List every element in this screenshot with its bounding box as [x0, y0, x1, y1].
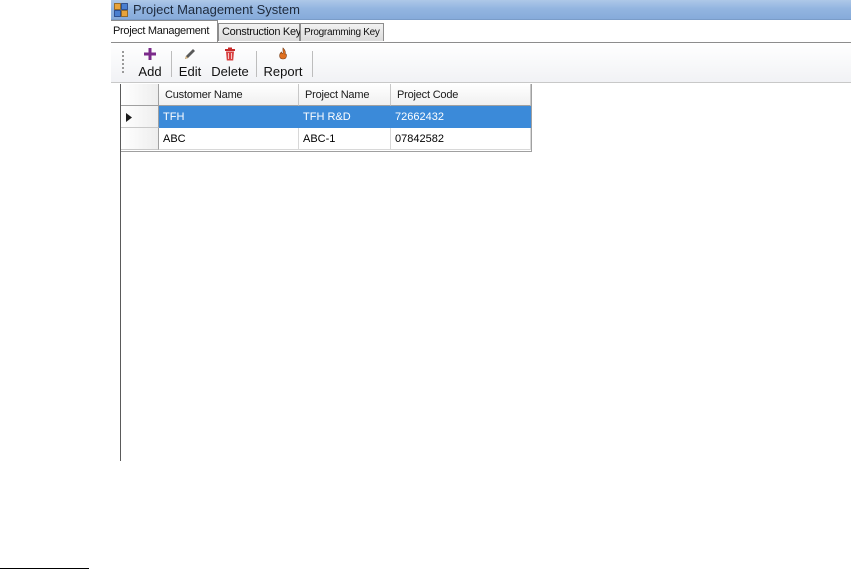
tab-project-management[interactable]: Project Management: [111, 20, 218, 42]
toolbar-separator: [312, 51, 313, 77]
grid-corner-header[interactable]: [121, 84, 159, 106]
pencil-icon: [175, 47, 205, 64]
toolbar: Add Edit Delete Report: [111, 43, 851, 83]
cell-customer-name[interactable]: TFH: [159, 106, 299, 128]
cell-project-name[interactable]: ABC-1: [299, 128, 391, 150]
plus-icon: [134, 47, 166, 64]
toolbar-separator: [256, 51, 257, 77]
cell-project-name[interactable]: TFH R&D: [299, 106, 391, 128]
tab-construction-key[interactable]: Construction Key: [218, 23, 301, 41]
column-header-customer-name[interactable]: Customer Name: [159, 84, 299, 106]
edit-label: Edit: [178, 64, 202, 79]
cell-customer-name[interactable]: ABC: [159, 128, 299, 150]
column-header-project-name[interactable]: Project Name: [299, 84, 391, 106]
add-button[interactable]: Add: [134, 47, 166, 81]
current-row-arrow-icon: [126, 113, 132, 122]
title-bar[interactable]: Project Management System: [111, 0, 851, 20]
column-header-project-code[interactable]: Project Code: [391, 84, 531, 106]
report-button[interactable]: Report: [261, 47, 305, 81]
cell-project-code[interactable]: 07842582: [391, 128, 531, 150]
add-label: Add: [138, 64, 162, 79]
cell-project-code[interactable]: 72662432: [391, 106, 531, 128]
delete-label: Delete: [211, 64, 249, 79]
row-header[interactable]: [121, 106, 159, 128]
app-icon: [114, 3, 128, 17]
edit-button[interactable]: Edit: [175, 47, 205, 81]
app-window: Project Management System Project Manage…: [111, 0, 851, 461]
toolbar-grip[interactable]: [122, 51, 125, 77]
toolbar-separator: [171, 51, 172, 77]
row-header[interactable]: [121, 128, 159, 150]
tab-programming-key[interactable]: Programming Key: [300, 23, 384, 41]
project-grid: Customer Name Project Name Project Code …: [121, 84, 532, 152]
tab-strip: Project Management Construction Key Prog…: [111, 20, 851, 42]
trash-icon: [209, 47, 251, 64]
delete-button[interactable]: Delete: [209, 47, 251, 81]
report-label: Report: [263, 64, 303, 79]
data-grid-area: Customer Name Project Name Project Code …: [120, 84, 851, 461]
window-title: Project Management System: [133, 2, 300, 17]
report-icon: [261, 47, 305, 64]
